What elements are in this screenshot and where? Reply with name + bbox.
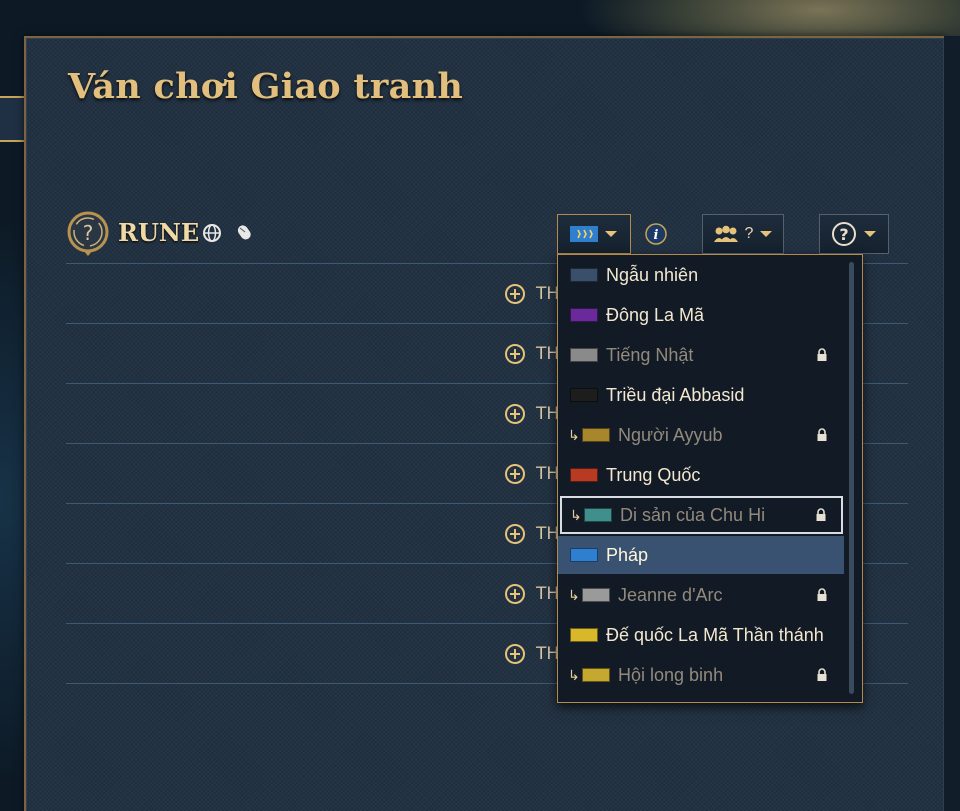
civ-option-label: Đế quốc La Mã Thần thánh bbox=[606, 624, 824, 645]
civ-flag-icon bbox=[570, 468, 598, 482]
civ-flag-icon bbox=[570, 628, 598, 642]
civ-flag-icon bbox=[570, 388, 598, 402]
civ-flag-icon bbox=[582, 588, 610, 602]
civ-option[interactable]: Pháp bbox=[558, 536, 844, 574]
add-player-slot[interactable]: TH bbox=[504, 643, 559, 665]
civ-option-label: Jeanne d'Arc bbox=[618, 584, 723, 605]
mouse-keyboard-icon bbox=[234, 222, 256, 244]
civ-flag-icon bbox=[582, 668, 610, 682]
civ-option-label: Hội long binh bbox=[618, 664, 724, 685]
civ-flag-icon bbox=[570, 548, 598, 562]
civ-option[interactable]: Tiếng Nhật bbox=[558, 336, 844, 374]
civ-flag-icon bbox=[570, 268, 598, 282]
civ-option-label: Pháp bbox=[606, 544, 649, 565]
civ-emblem-icon: ? bbox=[66, 210, 110, 260]
add-circle-icon bbox=[505, 524, 525, 544]
civ-option-label: Đông La Mã bbox=[606, 304, 705, 325]
add-player-slot[interactable]: TH bbox=[504, 583, 559, 605]
add-circle-icon bbox=[505, 464, 525, 484]
info-icon: i bbox=[645, 223, 667, 245]
page-title: Ván chơi Giao tranh bbox=[68, 66, 464, 107]
add-circle-icon bbox=[505, 344, 525, 364]
civ-option[interactable]: Triều đại Abbasid bbox=[558, 376, 844, 414]
civ-option[interactable]: ↳ Di sản của Chu Hi bbox=[560, 496, 843, 534]
civ-option[interactable]: ↳ Người Ayyub bbox=[558, 416, 844, 454]
svg-text:?: ? bbox=[839, 225, 848, 244]
lock-icon bbox=[817, 428, 827, 441]
team-icon bbox=[713, 225, 738, 242]
chevron-down-icon bbox=[864, 231, 876, 237]
add-player-label: TH bbox=[536, 464, 560, 484]
lock-icon bbox=[817, 348, 827, 361]
civ-option-label: Tiếng Nhật bbox=[606, 344, 694, 365]
civ-select-button[interactable] bbox=[557, 214, 631, 254]
civ-option-label: Ngẫu nhiên bbox=[606, 264, 699, 285]
civ-option-label: Di sản của Chu Hi bbox=[620, 504, 766, 525]
add-player-label: TH bbox=[536, 524, 560, 544]
add-circle-icon bbox=[505, 644, 525, 664]
sub-variant-arrow-icon: ↳ bbox=[568, 666, 580, 683]
add-player-label: TH bbox=[536, 584, 560, 604]
sub-variant-arrow-icon: ↳ bbox=[568, 586, 580, 603]
civ-option[interactable]: Ngẫu nhiên bbox=[558, 256, 844, 294]
info-button[interactable]: i bbox=[644, 222, 668, 246]
add-circle-icon bbox=[505, 284, 525, 304]
panel-right-edge bbox=[944, 36, 960, 811]
sub-variant-arrow-icon: ↳ bbox=[568, 426, 580, 443]
lock-icon bbox=[817, 668, 827, 681]
player-name: RUNE bbox=[118, 218, 200, 247]
question-icon: ? bbox=[832, 222, 856, 246]
svg-text:i: i bbox=[654, 228, 659, 243]
lock-icon bbox=[817, 588, 827, 601]
add-player-slot[interactable]: TH bbox=[504, 343, 559, 365]
add-circle-icon bbox=[505, 404, 525, 424]
sub-variant-arrow-icon: ↳ bbox=[570, 506, 582, 523]
civ-option[interactable]: Đông La Mã bbox=[558, 296, 844, 334]
chevron-down-icon bbox=[605, 231, 617, 237]
add-player-label: TH bbox=[536, 644, 560, 664]
dropdown-scrollbar[interactable] bbox=[849, 262, 854, 694]
color-select-button[interactable]: ? bbox=[819, 214, 889, 254]
civ-flag-icon bbox=[582, 428, 610, 442]
add-player-label: TH bbox=[536, 284, 560, 304]
add-circle-icon bbox=[505, 584, 525, 604]
civ-option-label: Triều đại Abbasid bbox=[606, 384, 745, 405]
team-select-button[interactable]: ? bbox=[702, 214, 784, 254]
add-player-slot[interactable]: TH bbox=[504, 403, 559, 425]
add-player-slot[interactable]: TH bbox=[504, 523, 559, 545]
globe-icon bbox=[202, 223, 224, 245]
civ-option-label: Trung Quốc bbox=[606, 464, 701, 485]
add-player-label: TH bbox=[536, 404, 560, 424]
france-flag-icon bbox=[570, 226, 598, 242]
left-side-tab bbox=[0, 96, 24, 142]
civ-option[interactable]: Đế quốc La Mã Thần thánh bbox=[558, 616, 844, 654]
svg-text:?: ? bbox=[83, 221, 94, 245]
civ-flag-icon bbox=[570, 308, 598, 322]
team-value: ? bbox=[744, 225, 754, 242]
add-player-slot[interactable]: TH bbox=[504, 283, 559, 305]
civ-flag-icon bbox=[584, 508, 612, 522]
civ-option[interactable]: ↳ Hội long binh bbox=[558, 656, 844, 694]
civ-option-label: Người Ayyub bbox=[618, 424, 723, 445]
add-player-slot[interactable]: TH bbox=[504, 463, 559, 485]
add-player-label: TH bbox=[536, 344, 560, 364]
chevron-down-icon bbox=[760, 231, 773, 237]
lock-icon bbox=[816, 508, 826, 521]
civ-option[interactable]: Trung Quốc bbox=[558, 456, 844, 494]
civ-flag-icon bbox=[570, 348, 598, 362]
civ-option[interactable]: ↳ Jeanne d'Arc bbox=[558, 576, 844, 614]
